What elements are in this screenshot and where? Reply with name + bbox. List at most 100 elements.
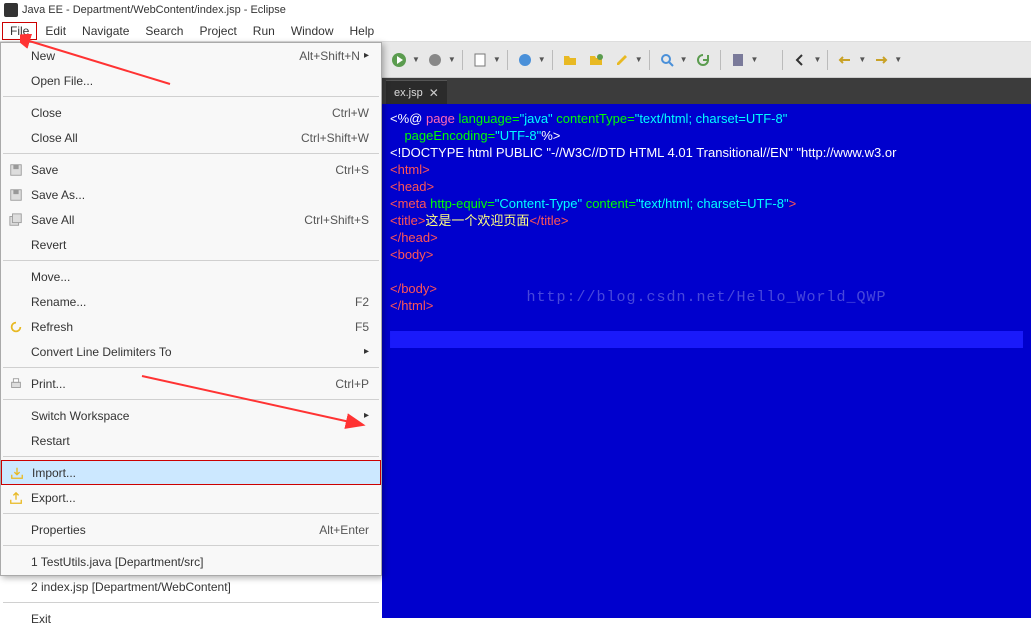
menu-separator <box>3 153 379 154</box>
file-menu-save[interactable]: SaveCtrl+S <box>1 157 381 182</box>
menu-item-shortcut: F2 <box>355 295 369 309</box>
menu-item-label: Save As... <box>27 188 369 202</box>
edit-button[interactable] <box>611 49 633 71</box>
blank-icon <box>5 130 27 146</box>
file-menu-new[interactable]: NewAlt+Shift+N ▸ <box>1 43 381 68</box>
print-icon <box>5 376 27 392</box>
file-menu-save-all[interactable]: Save AllCtrl+Shift+S <box>1 207 381 232</box>
menu-edit[interactable]: Edit <box>37 22 74 40</box>
blank-icon <box>5 522 27 538</box>
menu-item-label: Save All <box>27 213 304 227</box>
run-button[interactable] <box>388 49 410 71</box>
blank-icon <box>5 579 27 595</box>
debug-button[interactable] <box>424 49 446 71</box>
menu-search[interactable]: Search <box>137 22 191 40</box>
menu-window[interactable]: Window <box>283 22 342 40</box>
menu-item-label: Convert Line Delimiters To <box>27 345 360 359</box>
blank-icon <box>5 294 27 310</box>
file-menu-exit[interactable]: Exit <box>1 606 381 631</box>
file-menu-export---[interactable]: Export... <box>1 485 381 510</box>
blank-icon <box>5 73 27 89</box>
chevron-right-icon: ▸ <box>364 410 369 421</box>
file-menu-switch-workspace[interactable]: Switch Workspace▸ <box>1 403 381 428</box>
editor-area: ex.jsp ✕ <%@ page language="java" conten… <box>382 78 1031 618</box>
code-line: <meta http-equiv="Content-Type" content=… <box>390 195 1023 212</box>
saveall-icon <box>5 212 27 228</box>
file-menu-properties[interactable]: PropertiesAlt+Enter <box>1 517 381 542</box>
search-button[interactable] <box>656 49 678 71</box>
menu-item-shortcut: Ctrl+Shift+W <box>301 131 369 145</box>
refresh-button[interactable] <box>692 49 714 71</box>
import-icon <box>6 465 28 481</box>
forward-button[interactable] <box>870 49 892 71</box>
file-menu-import---[interactable]: Import... <box>1 460 381 485</box>
file-menu-refresh[interactable]: RefreshF5 <box>1 314 381 339</box>
bookmark-button[interactable] <box>727 49 749 71</box>
menu-item-label: Save <box>27 163 335 177</box>
file-menu-1-testutils-java---department-src-[interactable]: 1 TestUtils.java [Department/src] <box>1 549 381 574</box>
code-line: </body> <box>390 280 1023 297</box>
code-line: <!DOCTYPE html PUBLIC "-//W3C//DTD HTML … <box>390 144 1023 161</box>
menu-item-shortcut: Ctrl+P <box>335 377 369 391</box>
code-line: </html> <box>390 297 1023 314</box>
file-menu-restart[interactable]: Restart <box>1 428 381 453</box>
menu-item-label: Import... <box>28 466 368 480</box>
blank-icon <box>5 344 27 360</box>
blank-icon <box>5 554 27 570</box>
menu-item-label: Revert <box>27 238 369 252</box>
close-icon[interactable]: ✕ <box>429 86 439 100</box>
file-menu-revert[interactable]: Revert <box>1 232 381 257</box>
globe-button[interactable] <box>514 49 536 71</box>
new-button[interactable] <box>469 49 491 71</box>
menu-item-shortcut: F5 <box>355 320 369 334</box>
file-menu-move---[interactable]: Move... <box>1 264 381 289</box>
blank-icon <box>5 105 27 121</box>
menu-separator <box>3 367 379 368</box>
code-line <box>390 263 1023 280</box>
code-line: <title>这是一个欢迎页面</title> <box>390 212 1023 229</box>
refresh-icon <box>5 319 27 335</box>
menu-navigate[interactable]: Navigate <box>74 22 137 40</box>
menu-item-label: Close <box>27 106 332 120</box>
open-folder-button[interactable] <box>559 49 581 71</box>
editor-tabs: ex.jsp ✕ <box>382 78 1031 104</box>
back-button[interactable] <box>834 49 856 71</box>
file-menu-rename---[interactable]: Rename...F2 <box>1 289 381 314</box>
menu-separator <box>3 260 379 261</box>
menu-project[interactable]: Project <box>191 22 244 40</box>
menu-run[interactable]: Run <box>245 22 283 40</box>
menu-separator <box>3 399 379 400</box>
code-editor[interactable]: <%@ page language="java" contentType="te… <box>382 104 1031 618</box>
menu-item-shortcut: Alt+Shift+N <box>299 49 360 63</box>
file-menu-convert-line-delimiters-to[interactable]: Convert Line Delimiters To ▸ <box>1 339 381 364</box>
chevron-right-icon: ▸ <box>364 50 369 61</box>
file-menu-open-file---[interactable]: Open File... <box>1 68 381 93</box>
menu-item-label: 1 TestUtils.java [Department/src] <box>27 555 369 569</box>
file-menu-print---[interactable]: Print...Ctrl+P <box>1 371 381 396</box>
menu-item-label: Move... <box>27 270 369 284</box>
blank-icon <box>5 269 27 285</box>
menu-separator <box>3 96 379 97</box>
menu-help[interactable]: Help <box>342 22 383 40</box>
save-icon <box>5 162 27 178</box>
menu-item-label: Print... <box>27 377 335 391</box>
editor-tab-label: ex.jsp <box>394 87 423 99</box>
file-menu-close-all[interactable]: Close AllCtrl+Shift+W <box>1 125 381 150</box>
menu-file[interactable]: File <box>2 22 37 40</box>
file-menu-close[interactable]: CloseCtrl+W <box>1 100 381 125</box>
code-line: <%@ page language="java" contentType="te… <box>390 110 1023 127</box>
editor-tab-active[interactable]: ex.jsp ✕ <box>386 80 447 104</box>
file-menu-save-as---[interactable]: Save As... <box>1 182 381 207</box>
cursor-line <box>390 331 1023 348</box>
menu-item-shortcut: Alt+Enter <box>319 523 369 537</box>
file-menu-2-index-jsp---department-webcontent-[interactable]: 2 index.jsp [Department/WebContent] <box>1 574 381 599</box>
menu-item-label: New <box>27 49 299 63</box>
chevron-right-icon: ▸ <box>364 346 369 357</box>
blank-icon <box>5 433 27 449</box>
menu-bar: FileEditNavigateSearchProjectRunWindowHe… <box>0 20 1031 42</box>
nav-prev-button[interactable] <box>789 49 811 71</box>
menu-item-label: Close All <box>27 131 301 145</box>
save-icon <box>5 187 27 203</box>
save-button[interactable] <box>585 49 607 71</box>
file-menu-dropdown: NewAlt+Shift+N▸Open File...CloseCtrl+WCl… <box>0 42 382 576</box>
